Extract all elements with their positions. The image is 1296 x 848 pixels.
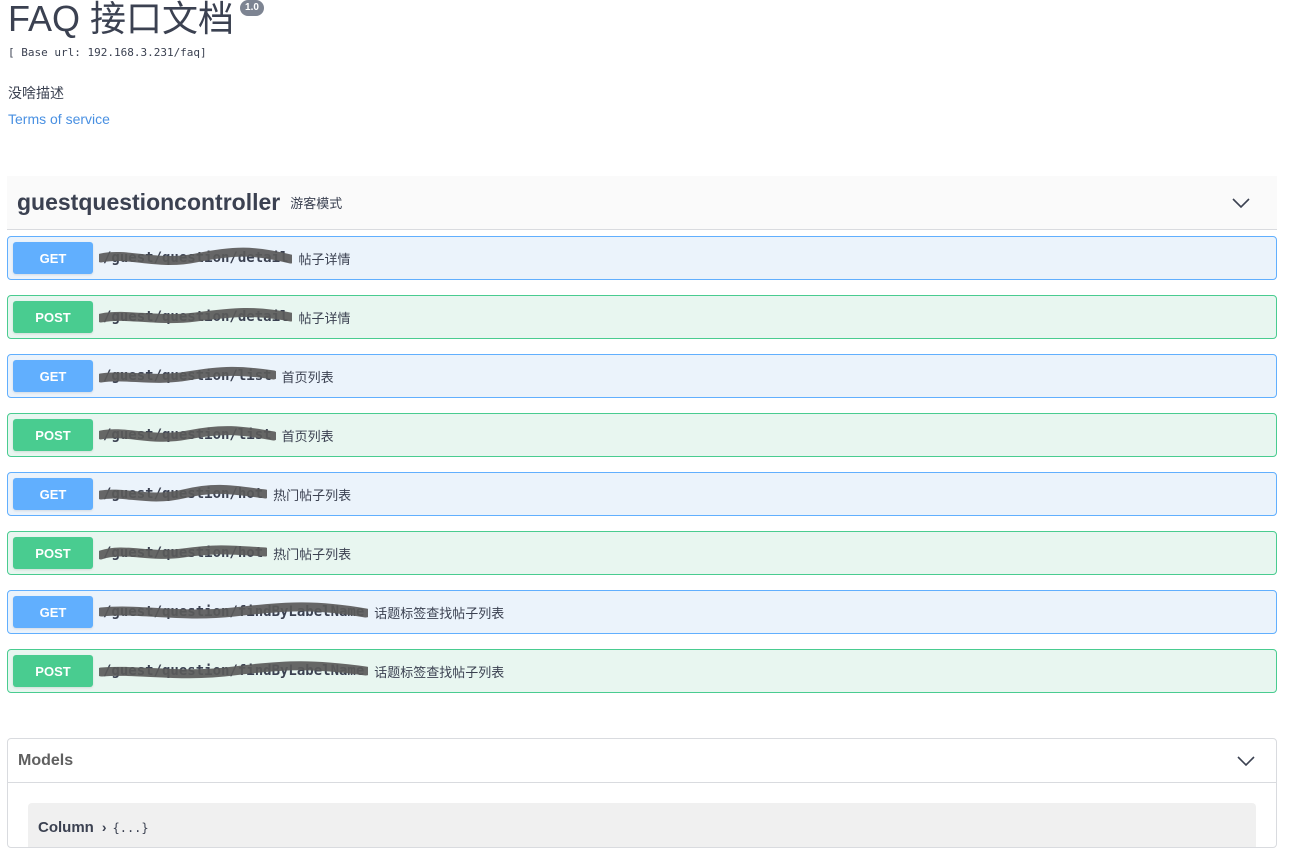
model-name: Column: [38, 819, 94, 836]
operation-row-post[interactable]: POST/guest/question/list 首页列表: [7, 413, 1277, 457]
operation-path-text: /guest/question/hot: [103, 486, 264, 502]
operation-summary: 帖子详情: [298, 310, 351, 326]
operation-row-post[interactable]: POST/guest/question/hot 热门帖子列表: [7, 531, 1277, 575]
chevron-down-icon[interactable]: [1231, 193, 1251, 213]
operation-path: /guest/question/findByLabelName: [99, 602, 369, 620]
api-description: 没啥描述: [8, 85, 64, 101]
operation-row-get[interactable]: GET/guest/question/list 首页列表: [7, 354, 1277, 398]
model-item[interactable]: Column › {...}: [28, 803, 1256, 847]
operation-path: /guest/question/detail: [99, 308, 293, 325]
operation-summary: 首页列表: [281, 428, 334, 444]
method-badge: GET: [13, 478, 93, 510]
operation-path: /guest/question/findByLabelName: [99, 661, 369, 679]
operation-path-text: /guest/question/hot: [103, 545, 264, 561]
tag-section-header[interactable]: guestquestioncontroller 游客模式: [7, 176, 1277, 230]
method-badge: POST: [13, 419, 93, 451]
operation-row-post[interactable]: POST/guest/question/findByLabelName 话题标签查…: [7, 649, 1277, 693]
model-preview: {...}: [112, 821, 149, 835]
operation-row-get[interactable]: GET/guest/question/detail 帖子详情: [7, 236, 1277, 280]
operation-path-text: /guest/question/findByLabelName: [103, 663, 365, 679]
page-title: FAQ 接口文档 1.0: [8, 0, 264, 38]
method-badge: POST: [13, 301, 93, 333]
operation-row-post[interactable]: POST/guest/question/detail 帖子详情: [7, 295, 1277, 339]
base-url: [ Base url: 192.168.3.231/faq]: [8, 46, 207, 59]
method-badge: POST: [13, 537, 93, 569]
operations-list: GET/guest/question/detail 帖子详情 POST/guest/…: [7, 236, 1277, 708]
operation-summary: 帖子详情: [298, 251, 351, 267]
operation-path-text: /guest/question/list: [103, 368, 272, 384]
operation-path: /guest/question/hot: [99, 545, 268, 561]
operation-path-text: /guest/question/detail: [103, 309, 289, 325]
operation-path-text: /guest/question/list: [103, 427, 272, 443]
operation-path: /guest/question/hot: [99, 484, 268, 502]
models-section: Models Column › {...}: [7, 738, 1277, 848]
tag-description: 游客模式: [290, 196, 343, 211]
operation-path: /guest/question/detail: [99, 247, 293, 266]
title-text: FAQ 接口文档: [8, 0, 235, 39]
operation-row-get[interactable]: GET/guest/question/hot 热门帖子列表: [7, 472, 1277, 516]
operation-summary: 话题标签查找帖子列表: [374, 664, 505, 680]
operation-summary: 话题标签查找帖子列表: [374, 605, 505, 621]
operation-summary: 热门帖子列表: [273, 546, 352, 562]
operation-row-get[interactable]: GET/guest/question/findByLabelName 话题标签查找…: [7, 590, 1277, 634]
operation-path: /guest/question/list: [99, 366, 276, 384]
expand-arrow-icon[interactable]: ›: [102, 819, 107, 835]
version-badge: 1.0: [240, 0, 264, 16]
operation-summary: 热门帖子列表: [273, 487, 352, 503]
operation-path-text: /guest/question/findByLabelName: [103, 604, 365, 620]
models-header[interactable]: Models: [8, 739, 1276, 783]
method-badge: GET: [13, 596, 93, 628]
api-info: FAQ 接口文档 1.0 [ Base url: 192.168.3.231/f…: [8, 0, 264, 129]
operation-summary: 首页列表: [281, 369, 334, 385]
chevron-down-icon[interactable]: [1236, 751, 1256, 771]
method-badge: GET: [13, 360, 93, 392]
method-badge: POST: [13, 655, 93, 687]
tag-name: guestquestioncontroller: [17, 189, 281, 215]
models-title: Models: [18, 751, 74, 769]
terms-of-service-link[interactable]: Terms of service: [8, 111, 110, 127]
operation-path-text: /guest/question/detail: [103, 250, 289, 266]
operation-path: /guest/question/list: [99, 426, 276, 443]
method-badge: GET: [13, 242, 93, 274]
